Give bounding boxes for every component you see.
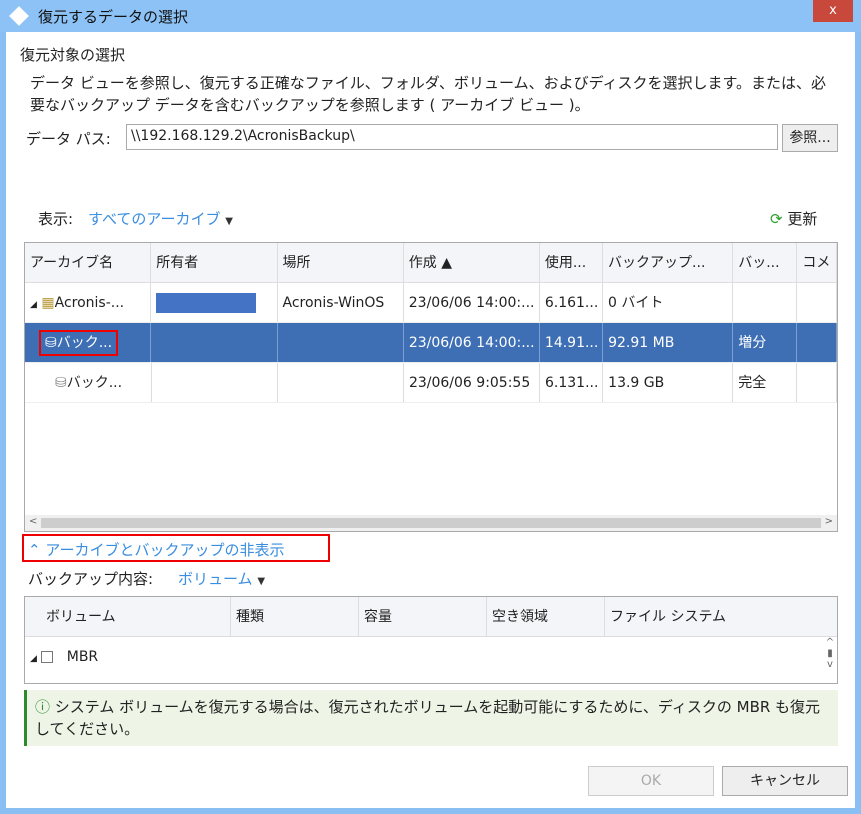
hide-archives-label: アーカイブとバックアップの非表示 (45, 541, 285, 559)
hide-archives-link[interactable]: ⌃ アーカイブとバックアップの非表示 (22, 534, 330, 562)
table-row[interactable]: ◢ ▦Acronis-... Acronis-WinOS 23/06/06 14… (25, 283, 837, 323)
col-backup[interactable]: バックアップ... (603, 243, 734, 282)
used: 6.161... (540, 283, 604, 322)
created: 23/06/06 14:00:... (404, 323, 540, 362)
col-location[interactable]: 場所 (278, 243, 404, 282)
volume-table: ボリューム 種類 容量 空き領域 ファイル システム ◢ MBR ^ ▮ v (24, 596, 838, 684)
col-type[interactable]: バッ... (733, 243, 798, 282)
horizontal-scrollbar[interactable]: < > (25, 515, 837, 531)
backup-icon: ⛁ (55, 375, 67, 391)
col-used[interactable]: 使用... (540, 243, 604, 282)
dropdown-arrow-icon: ▼ (225, 216, 233, 227)
table-row[interactable]: ◢ MBR (25, 637, 837, 677)
archive-name: Acronis-... (54, 295, 125, 311)
volume-name: MBR (66, 649, 99, 665)
used: 6.131... (540, 363, 604, 402)
archive-table: アーカイブ名 所有者 場所 作成 ▲ 使用... バックアップ... バッ...… (24, 242, 838, 532)
app-icon (9, 6, 29, 26)
data-path-input[interactable]: \\192.168.129.2\AcronisBackup\ (126, 124, 778, 150)
highlight-box: ⛁バック... (39, 330, 119, 356)
backup-size: 13.9 GB (603, 363, 734, 402)
col-comment[interactable]: コメ (797, 243, 837, 282)
info-icon: ⓘ (35, 698, 51, 716)
col-owner[interactable]: 所有者 (151, 243, 278, 282)
owner-redacted (156, 293, 257, 313)
archive-icon: ▦ (41, 295, 55, 311)
view-dropdown[interactable]: すべてのアーカイブ ▼ (88, 208, 233, 229)
vertical-scrollbar[interactable]: ^ ▮ v (823, 637, 837, 683)
col-created[interactable]: 作成 ▲ (404, 243, 540, 282)
expand-icon[interactable]: ◢ (30, 300, 37, 310)
checkbox[interactable] (41, 651, 54, 663)
created: 23/06/06 14:00:... (404, 283, 540, 322)
description: データ ビューを参照し、復元する正確なファイル、フォルダ、ボリューム、およびディ… (30, 74, 827, 114)
browse-button[interactable]: 参照... (782, 124, 838, 152)
table-row-selected[interactable]: ⛁バック... 23/06/06 14:00:... 14.91... 92.9… (25, 323, 837, 363)
content-value: ボリューム (178, 570, 253, 588)
info-message: ⓘ システム ボリュームを復元する場合は、復元されたボリュームを起動可能にするた… (24, 690, 838, 746)
view-label: 表示: (38, 210, 74, 228)
info-text: システム ボリュームを復元する場合は、復元されたボリュームを起動可能にするために… (35, 698, 821, 738)
backup-type: 増分 (733, 323, 798, 362)
refresh-button[interactable]: ⟳ 更新 (770, 208, 817, 229)
backup-type (733, 283, 798, 322)
dropdown-arrow-icon: ▼ (257, 576, 266, 587)
backup-size: 92.91 MB (603, 323, 734, 362)
collapse-icon: ⌃ (28, 541, 41, 559)
col-volume[interactable]: ボリューム (41, 597, 231, 636)
ok-button[interactable]: OK (588, 766, 714, 796)
table-row[interactable]: ⛁バック... 23/06/06 9:05:55 6.131... 13.9 G… (25, 363, 837, 403)
backup-type: 完全 (733, 363, 798, 402)
data-path-label: データ パス: (26, 130, 111, 148)
dialog-body: 復元対象の選択 データ ビューを参照し、復元する正確なファイル、フォルダ、ボリュ… (6, 32, 855, 808)
window-title: 復元するデータの選択 (38, 7, 189, 26)
col-capacity[interactable]: 容量 (359, 597, 487, 636)
col-free[interactable]: 空き領域 (487, 597, 605, 636)
location: Acronis-WinOS (278, 283, 404, 322)
backup-size: 0 バイト (603, 283, 734, 322)
title-bar: 復元するデータの選択 x (0, 0, 861, 32)
backup-name: バック... (56, 335, 113, 351)
col-filesystem[interactable]: ファイル システム (605, 597, 805, 636)
section-title: 復元対象の選択 (20, 46, 126, 64)
expand-icon[interactable]: ◢ (30, 654, 37, 664)
content-label: バックアップ内容: (28, 570, 154, 588)
col-archive-name[interactable]: アーカイブ名 (25, 243, 152, 282)
cancel-button[interactable]: キャンセル (722, 766, 848, 796)
content-dropdown[interactable]: ボリューム ▼ (178, 568, 265, 589)
backup-icon: ⛁ (45, 335, 57, 351)
refresh-label: 更新 (787, 210, 818, 228)
col-kind[interactable]: 種類 (231, 597, 359, 636)
view-value: すべてのアーカイブ (88, 210, 221, 228)
backup-name: バック... (66, 375, 123, 391)
refresh-icon: ⟳ (770, 210, 783, 228)
close-button[interactable]: x (813, 0, 853, 22)
created: 23/06/06 9:05:55 (404, 363, 540, 402)
used: 14.91... (540, 323, 604, 362)
